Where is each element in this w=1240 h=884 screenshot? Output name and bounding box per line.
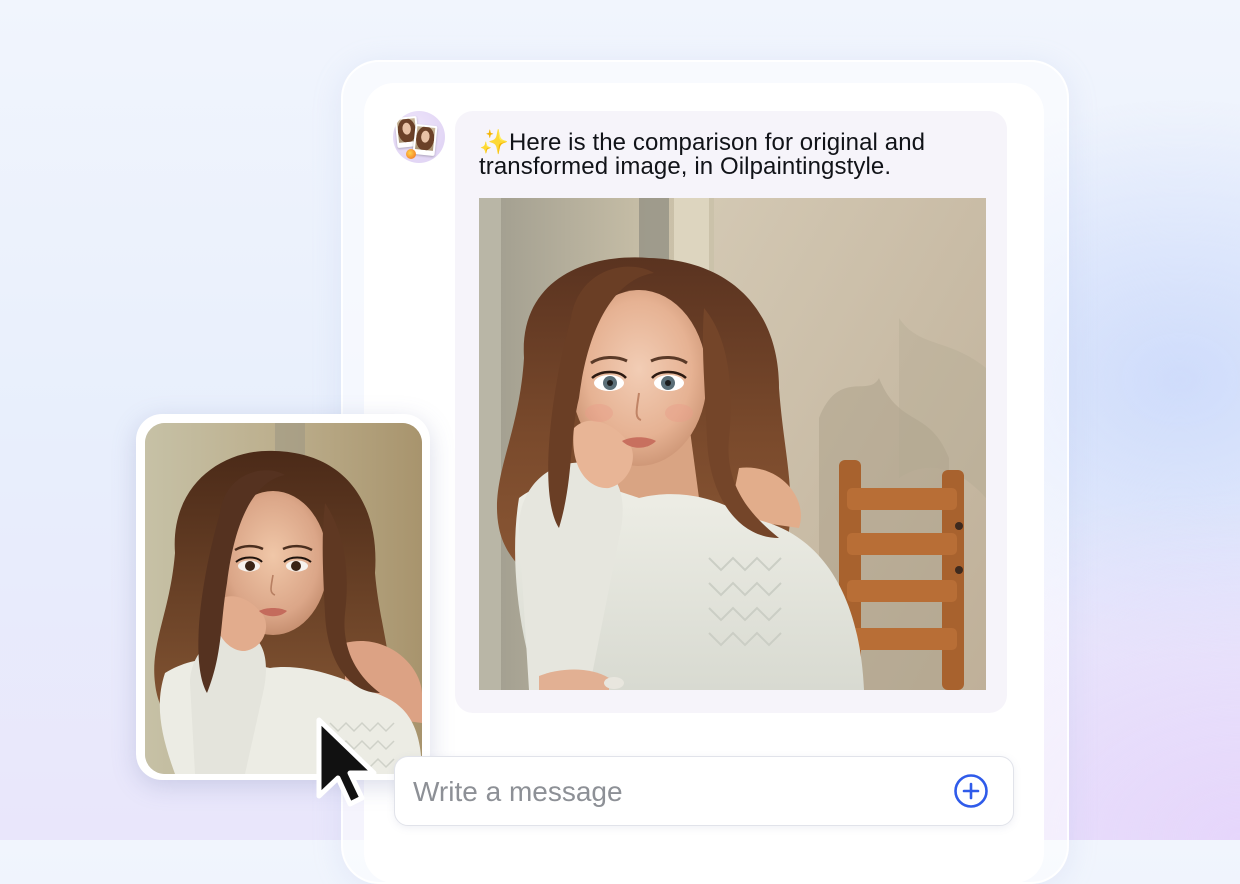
original-photo-portrait <box>145 423 422 774</box>
original-image[interactable] <box>145 423 422 774</box>
message-input[interactable] <box>413 775 933 809</box>
oil-painting-portrait <box>479 198 986 690</box>
sparkle-icon: ✨ <box>479 129 509 156</box>
add-attachment-button[interactable] <box>953 773 989 809</box>
assistant-avatar <box>393 111 445 163</box>
assistant-message-text: ✨Here is the comparison for original and… <box>479 131 999 179</box>
message-composer <box>394 756 1014 826</box>
transformed-image[interactable] <box>479 198 986 690</box>
avatar-photo-thumbnail <box>412 123 438 157</box>
palette-icon <box>406 149 416 159</box>
message-text: Here is the comparison for original and … <box>479 129 926 180</box>
pointer-cursor-icon <box>312 716 378 808</box>
plus-circle-icon <box>954 774 988 808</box>
